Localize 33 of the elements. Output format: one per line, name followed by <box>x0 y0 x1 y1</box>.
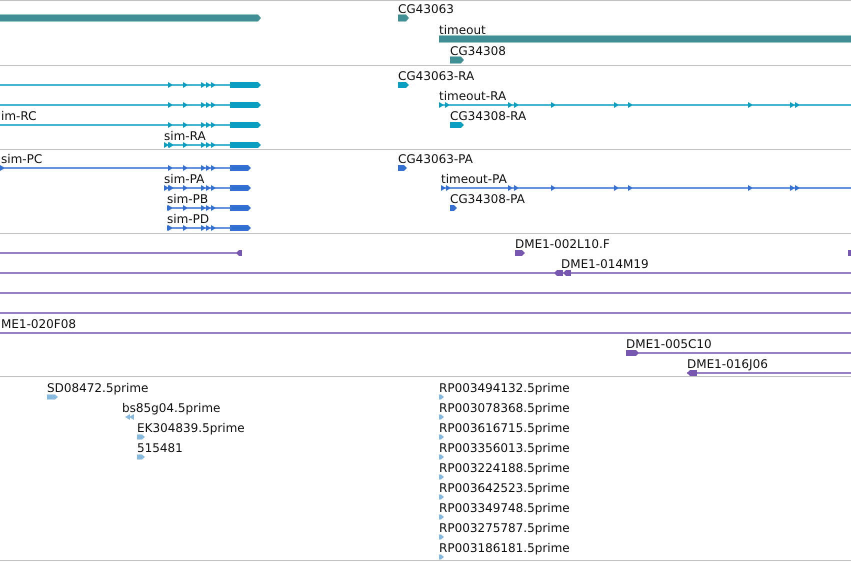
feature-label: RP003186181.5prime <box>439 541 570 555</box>
feature-label: RP003642523.5prime <box>439 481 570 495</box>
feature-label: sim-RA <box>164 129 206 143</box>
feature-label: 515481 <box>137 441 183 455</box>
feature-label: CG34308-RA <box>450 109 526 123</box>
feature-label: CG43063-PA <box>398 152 473 166</box>
feature-label: sim-PD <box>167 212 210 226</box>
feature-label: RP003494132.5prime <box>439 381 570 395</box>
feature-label: RP003356013.5prime <box>439 441 570 455</box>
feature-label: DME1-005C10 <box>626 337 712 351</box>
feature-label: CG43063-RA <box>398 69 474 83</box>
feature-label: RP003349748.5prime <box>439 501 570 515</box>
feature-label: EK304839.5prime <box>137 421 245 435</box>
feature-label: sim-PC <box>1 152 42 166</box>
feature-label: timeout-RA <box>439 89 506 103</box>
feature-label: ME1-020F08 <box>1 317 76 331</box>
feature-label: bs85g04.5prime <box>122 401 220 415</box>
feature-label: CG34308-PA <box>450 192 525 206</box>
feature-label: sim-PB <box>167 192 208 206</box>
feature-label: RP003078368.5prime <box>439 401 570 415</box>
feature-label: im-RC <box>1 109 36 123</box>
feature-label: timeout-PA <box>441 172 507 186</box>
feature-label: timeout <box>439 23 486 37</box>
feature-label: sim-PA <box>164 172 204 186</box>
feature-label: CG34308 <box>450 44 506 58</box>
feature-label: RP003224188.5prime <box>439 461 570 475</box>
feature-label: DME1-014M19 <box>561 257 649 271</box>
feature-label: SD08472.5prime <box>47 381 148 395</box>
feature-label: CG43063 <box>398 2 454 16</box>
feature-label: DME1-016J06 <box>687 357 768 371</box>
feature-label: DME1-002L10.F <box>515 237 610 251</box>
feature-label: RP003275787.5prime <box>439 521 570 535</box>
feature-label: RP003616715.5prime <box>439 421 570 435</box>
